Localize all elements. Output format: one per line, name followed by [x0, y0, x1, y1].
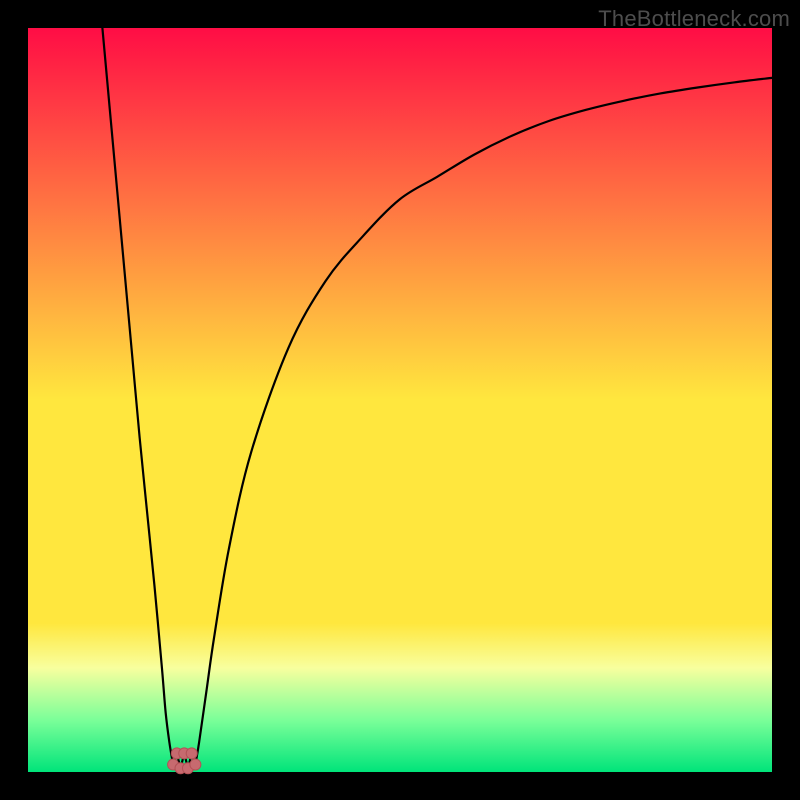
chart-curves: [28, 28, 772, 772]
curve-left-branch: [102, 28, 173, 765]
watermark-text: TheBottleneck.com: [598, 6, 790, 32]
outer-frame: TheBottleneck.com: [0, 0, 800, 800]
valley-marker: [190, 759, 201, 770]
curve-right-branch: [195, 78, 772, 765]
valley-markers: [168, 748, 201, 774]
plot-area: [28, 28, 772, 772]
valley-marker: [186, 748, 197, 759]
